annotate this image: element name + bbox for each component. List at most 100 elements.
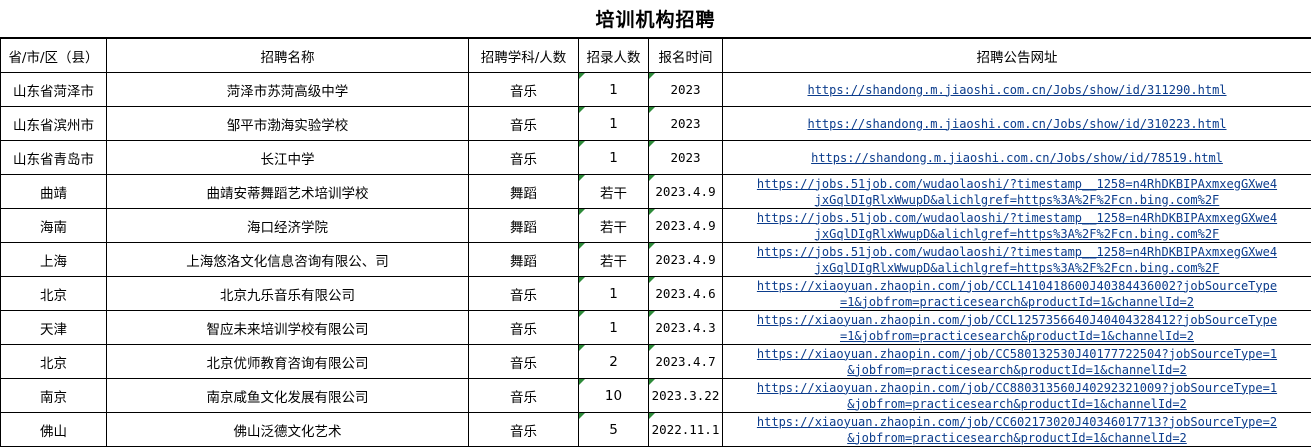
cell-region[interactable]: 南京 [0,378,107,413]
cell-url-link[interactable]: https://shandong.m.jiaoshi.com.cn/Jobs/s… [722,72,1311,107]
cell-date[interactable]: 2023.4.9 [648,208,723,243]
url-line-1[interactable]: https://shandong.m.jiaoshi.com.cn/Jobs/s… [724,82,1311,98]
cell-count-text: 若干 [600,185,627,202]
cell-date-text: 2023 [670,82,701,97]
cell-name[interactable]: 智应未来培训学校有限公司 [106,310,469,345]
cell-date[interactable]: 2023.4.7 [648,344,723,379]
cell-subject[interactable]: 音乐 [468,276,579,311]
cell-name[interactable]: 佛山泛德文化艺术 [106,412,469,447]
cell-url-link[interactable]: https://jobs.51job.com/wudaolaoshi/?time… [722,208,1311,243]
cell-region[interactable]: 北京 [0,276,107,311]
cell-subject[interactable]: 音乐 [468,412,579,447]
url-line-2[interactable]: jxGqlDIgRlxWwupD&alichlgref=https%3A%2F%… [724,192,1311,208]
url-line-2[interactable]: jxGqlDIgRlxWwupD&alichlgref=https%3A%2F%… [724,260,1311,276]
cell-date[interactable]: 2023.4.3 [648,310,723,345]
comment-indicator-icon [579,413,585,419]
cell-region-text: 山东省滨州市 [13,117,94,134]
cell-name[interactable]: 邹平市渤海实验学校 [106,106,469,141]
cell-name[interactable]: 长江中学 [106,140,469,175]
cell-count[interactable]: 2 [578,344,649,379]
url-line-1[interactable]: https://shandong.m.jiaoshi.com.cn/Jobs/s… [724,116,1311,132]
cell-count[interactable]: 1 [578,106,649,141]
cell-date[interactable]: 2022.11.1 [648,412,723,447]
cell-date[interactable]: 2023 [648,106,723,141]
url-line-1[interactable]: https://jobs.51job.com/wudaolaoshi/?time… [724,210,1311,226]
cell-subject[interactable]: 舞蹈 [468,174,579,209]
cell-subject[interactable]: 音乐 [468,72,579,107]
header-url[interactable]: 招聘公告网址 [722,38,1311,73]
cell-date[interactable]: 2023.4.6 [648,276,723,311]
header-count[interactable]: 招录人数 [578,38,649,73]
cell-date[interactable]: 2023.4.9 [648,242,723,277]
cell-date[interactable]: 2023.3.22 [648,378,723,413]
url-line-1[interactable]: https://xiaoyuan.zhaopin.com/job/CCL1257… [724,312,1311,328]
cell-url-link[interactable]: https://shandong.m.jiaoshi.com.cn/Jobs/s… [722,140,1311,175]
cell-region[interactable]: 上海 [0,242,107,277]
cell-count[interactable]: 若干 [578,208,649,243]
url-line-1[interactable]: https://shandong.m.jiaoshi.com.cn/Jobs/s… [724,150,1311,166]
cell-date[interactable]: 2023 [648,140,723,175]
url-line-1[interactable]: https://jobs.51job.com/wudaolaoshi/?time… [724,176,1311,192]
url-line-1[interactable]: https://xiaoyuan.zhaopin.com/job/CC58013… [724,346,1311,362]
header-date[interactable]: 报名时间 [648,38,723,73]
cell-name[interactable]: 南京咸鱼文化发展有限公司 [106,378,469,413]
cell-url-link[interactable]: https://shandong.m.jiaoshi.com.cn/Jobs/s… [722,106,1311,141]
header-subject[interactable]: 招聘学科/人数 [468,38,579,73]
cell-subject[interactable]: 音乐 [468,140,579,175]
cell-region[interactable]: 山东省青岛市 [0,140,107,175]
cell-name[interactable]: 曲靖安蒂舞蹈艺术培训学校 [106,174,469,209]
url-line-2[interactable]: &jobfrom=practicesearch&productId=1&chan… [724,396,1311,412]
cell-region[interactable]: 曲靖 [0,174,107,209]
header-name[interactable]: 招聘名称 [106,38,469,73]
cell-count[interactable]: 10 [578,378,649,413]
comment-indicator-icon [579,379,585,385]
url-line-2[interactable]: &jobfrom=practicesearch&productId=1&chan… [724,362,1311,378]
cell-name[interactable]: 北京九乐音乐有限公司 [106,276,469,311]
cell-url-link[interactable]: https://jobs.51job.com/wudaolaoshi/?time… [722,242,1311,277]
cell-region[interactable]: 北京 [0,344,107,379]
cell-count[interactable]: 若干 [578,242,649,277]
cell-date[interactable]: 2023 [648,72,723,107]
cell-region[interactable]: 天津 [0,310,107,345]
url-line-1[interactable]: https://jobs.51job.com/wudaolaoshi/?time… [724,244,1311,260]
cell-region-text: 天津 [40,321,67,338]
cell-region-text: 山东省菏泽市 [13,83,94,100]
url-line-1[interactable]: https://xiaoyuan.zhaopin.com/job/CC88031… [724,380,1311,396]
cell-name[interactable]: 菏泽市苏菏高级中学 [106,72,469,107]
cell-region[interactable]: 海南 [0,208,107,243]
header-region[interactable]: 省/市/区（县） [0,38,107,73]
url-line-2[interactable]: jxGqlDIgRlxWwupD&alichlgref=https%3A%2F%… [724,226,1311,242]
cell-subject[interactable]: 音乐 [468,106,579,141]
cell-url-link[interactable]: https://xiaoyuan.zhaopin.com/job/CCL1410… [722,276,1311,311]
url-line-1[interactable]: https://xiaoyuan.zhaopin.com/job/CC60217… [724,414,1311,430]
url-line-2[interactable]: =1&jobfrom=practicesearch&productId=1&ch… [724,328,1311,344]
cell-subject[interactable]: 舞蹈 [468,242,579,277]
cell-subject[interactable]: 舞蹈 [468,208,579,243]
cell-name[interactable]: 上海悠洛文化信息咨询有限公、司 [106,242,469,277]
url-line-2[interactable]: &jobfrom=practicesearch&productId=1&chan… [724,430,1311,446]
cell-count[interactable]: 5 [578,412,649,447]
cell-name[interactable]: 北京优师教育咨询有限公司 [106,344,469,379]
url-line-2[interactable]: =1&jobfrom=practicesearch&productId=1&ch… [724,294,1311,310]
cell-subject-text: 音乐 [510,355,537,372]
url-line-1[interactable]: https://xiaoyuan.zhaopin.com/job/CCL1410… [724,278,1311,294]
cell-count[interactable]: 1 [578,140,649,175]
cell-subject[interactable]: 音乐 [468,344,579,379]
cell-count[interactable]: 若干 [578,174,649,209]
cell-count[interactable]: 1 [578,72,649,107]
table-row: 北京 北京九乐音乐有限公司 音乐 1 2023.4.6 https://xiaoyuan.… [0,276,1311,311]
cell-count[interactable]: 1 [578,276,649,311]
cell-subject[interactable]: 音乐 [468,310,579,345]
cell-url-link[interactable]: https://jobs.51job.com/wudaolaoshi/?time… [722,174,1311,209]
cell-url-link[interactable]: https://xiaoyuan.zhaopin.com/job/CCL1257… [722,310,1311,345]
cell-region[interactable]: 佛山 [0,412,107,447]
cell-subject[interactable]: 音乐 [468,378,579,413]
cell-date[interactable]: 2023.4.9 [648,174,723,209]
cell-count[interactable]: 1 [578,310,649,345]
cell-url-link[interactable]: https://xiaoyuan.zhaopin.com/job/CC88031… [722,378,1311,413]
cell-url-link[interactable]: https://xiaoyuan.zhaopin.com/job/CC60217… [722,412,1311,447]
cell-name[interactable]: 海口经济学院 [106,208,469,243]
cell-region[interactable]: 山东省滨州市 [0,106,107,141]
cell-region[interactable]: 山东省菏泽市 [0,72,107,107]
cell-url-link[interactable]: https://xiaoyuan.zhaopin.com/job/CC58013… [722,344,1311,379]
